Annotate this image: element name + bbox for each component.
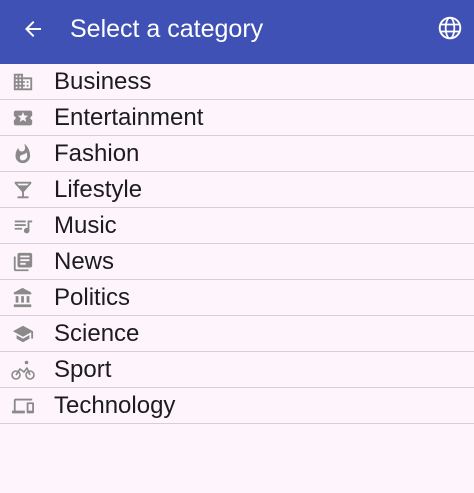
- list-item-news[interactable]: News: [0, 244, 474, 280]
- list-item-politics[interactable]: Politics: [0, 280, 474, 316]
- list-item-lifestyle[interactable]: Lifestyle: [0, 172, 474, 208]
- arrow-back-icon: [25, 21, 41, 37]
- flame-icon: [11, 142, 35, 166]
- list-item-label: Lifestyle: [54, 176, 143, 203]
- back-button[interactable]: [18, 14, 48, 44]
- list-item-label: Business: [54, 68, 152, 95]
- list-item-label: News: [54, 248, 115, 275]
- list-item-sport[interactable]: Sport: [0, 352, 474, 388]
- list-item-technology[interactable]: Technology: [0, 388, 474, 424]
- list-item-business[interactable]: Business: [0, 64, 474, 100]
- list-item-label: Sport: [54, 356, 112, 383]
- list-item-label: Fashion: [54, 140, 140, 167]
- devices-icon: [11, 394, 35, 418]
- list-item-label: Politics: [54, 284, 131, 311]
- music-list-icon: [11, 214, 35, 238]
- language-button[interactable]: [434, 12, 466, 44]
- list-item-label: Music: [54, 212, 117, 239]
- bank-icon: [11, 286, 35, 310]
- globe-icon: [438, 16, 462, 40]
- list-item-label: Technology: [54, 392, 176, 419]
- building-icon: [11, 70, 35, 94]
- newspaper-icon: [11, 250, 35, 274]
- bicycle-icon: [11, 358, 35, 382]
- list-item-entertainment[interactable]: Entertainment: [0, 100, 474, 136]
- page-title: Select a category: [70, 15, 264, 43]
- app-bar: Select a category: [0, 0, 474, 64]
- category-list: Business Entertainment Fashion Lifestyle…: [0, 64, 474, 424]
- list-item-label: Science: [54, 320, 140, 347]
- school-cap-icon: [11, 322, 35, 346]
- list-item-label: Entertainment: [54, 104, 204, 131]
- ticket-icon: [11, 106, 35, 130]
- list-item-science[interactable]: Science: [0, 316, 474, 352]
- cocktail-icon: [11, 178, 35, 202]
- list-item-fashion[interactable]: Fashion: [0, 136, 474, 172]
- list-item-music[interactable]: Music: [0, 208, 474, 244]
